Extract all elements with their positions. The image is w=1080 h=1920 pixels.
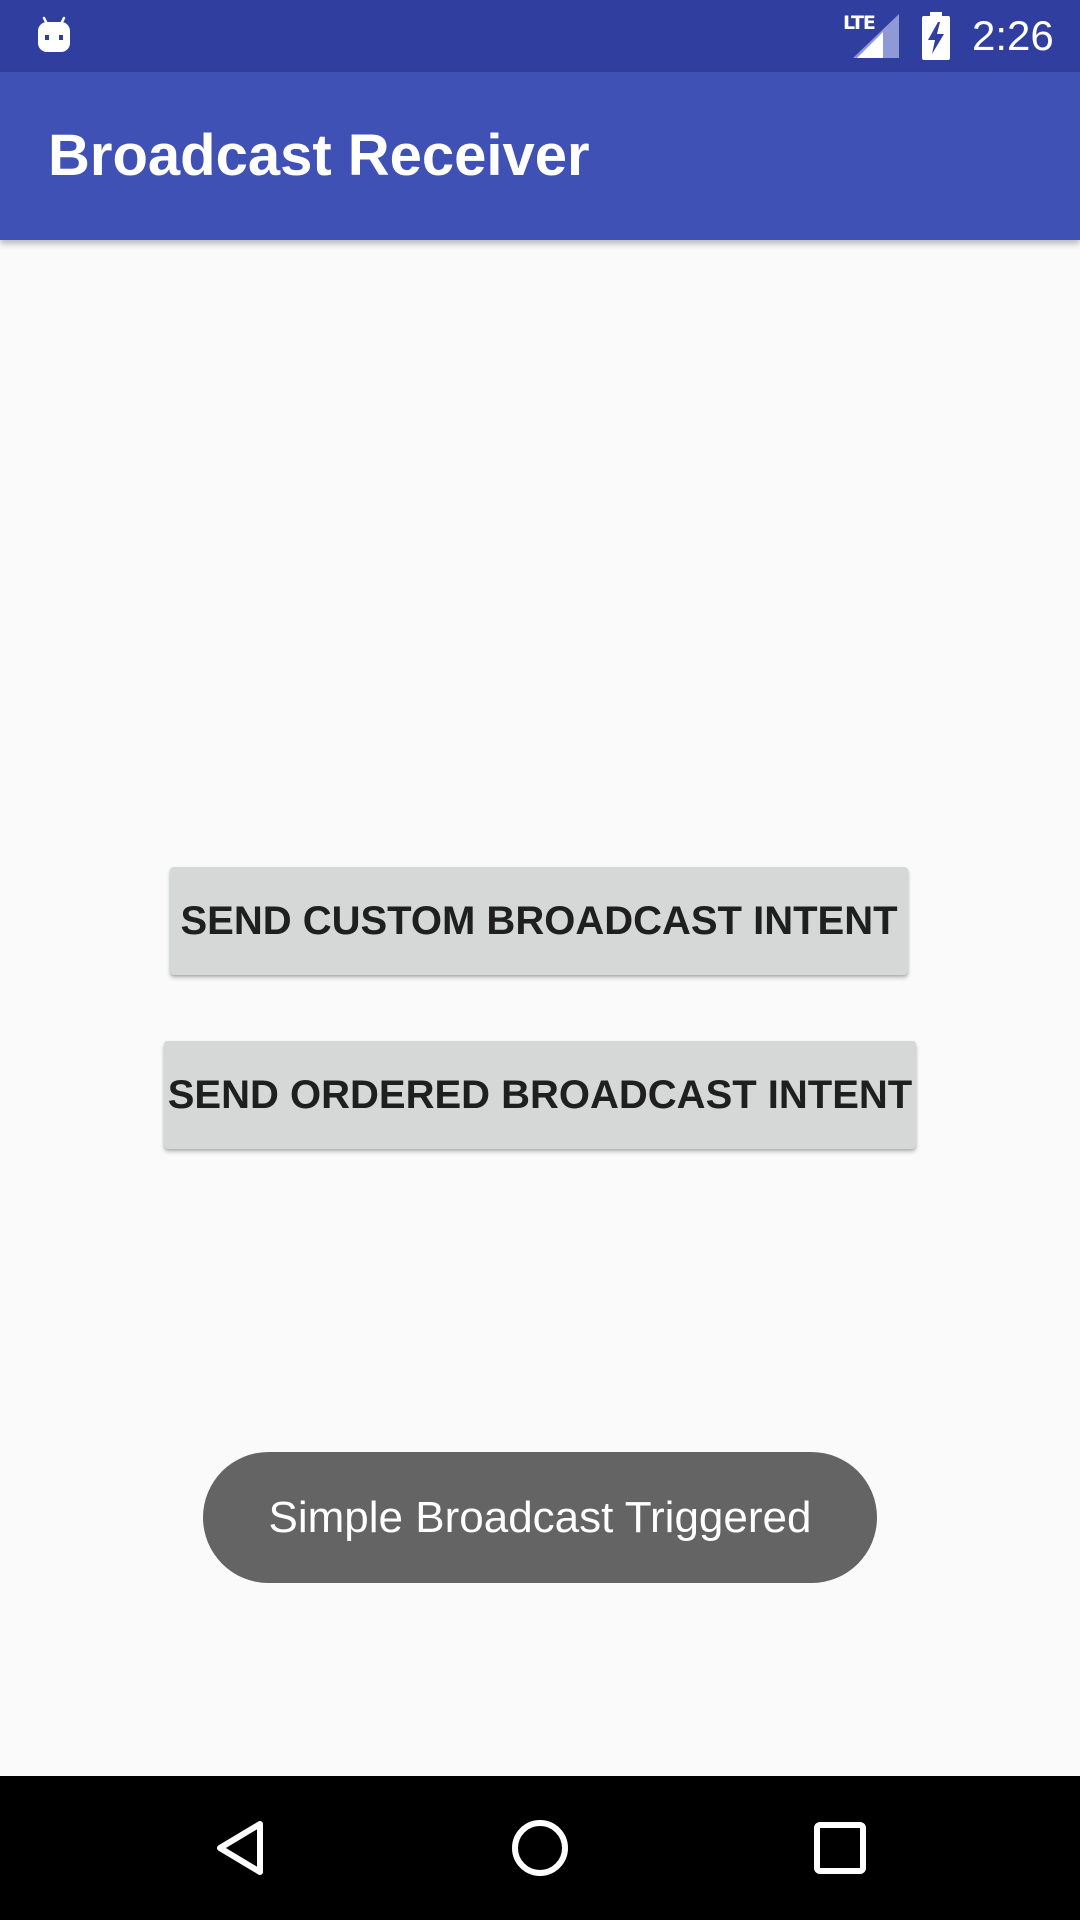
nav-back-button[interactable]: [160, 1776, 320, 1920]
app-bar: Broadcast Receiver: [0, 72, 1080, 240]
send-ordered-broadcast-button[interactable]: SEND ORDERED BROADCAST INTENT: [164, 1041, 916, 1149]
nav-recents-button[interactable]: [760, 1776, 920, 1920]
back-triangle-icon: [217, 1821, 263, 1875]
toast-message: Simple Broadcast Triggered: [203, 1452, 877, 1583]
home-circle-icon: [512, 1820, 568, 1876]
screen: LTE 2:26 Broadcast Receiver SEND CUSTOM …: [0, 0, 1080, 1920]
android-icon: [38, 16, 70, 52]
cell-signal-icon: [853, 14, 899, 58]
recents-square-icon: [814, 1822, 866, 1874]
status-bar: LTE 2:26: [0, 0, 1080, 72]
send-custom-broadcast-button[interactable]: SEND CUSTOM BROADCAST INTENT: [170, 867, 908, 975]
nav-home-button[interactable]: [460, 1776, 620, 1920]
status-clock: 2:26: [972, 12, 1054, 59]
battery-charging-icon: [922, 12, 950, 60]
navigation-bar: [0, 1776, 1080, 1920]
app-title: Broadcast Receiver: [48, 123, 590, 188]
